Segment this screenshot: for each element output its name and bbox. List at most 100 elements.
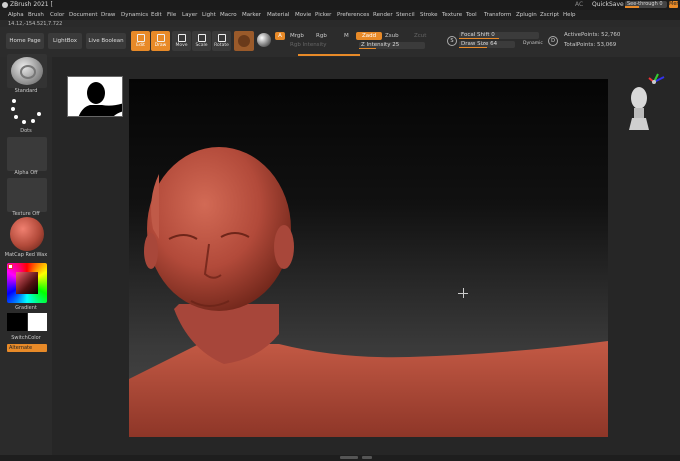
menu-render[interactable]: Render xyxy=(373,12,393,18)
quicksave-button[interactable]: QuickSave xyxy=(592,1,624,8)
navigation-thumbnail[interactable] xyxy=(67,76,123,117)
silhouette-thumbnail-icon xyxy=(78,82,122,116)
mrgb-button[interactable]: Mrgb xyxy=(290,33,304,39)
draw-mode-button[interactable]: Draw xyxy=(151,31,170,51)
edit-label: Edit xyxy=(136,43,145,48)
menus-button[interactable]: Menus xyxy=(669,1,680,8)
menu-stencil[interactable]: Stencil xyxy=(396,12,415,18)
head-sculpt-model xyxy=(129,147,608,437)
left-shelf: Standard Dots Alpha Off Texture Off MatC… xyxy=(0,54,52,461)
menu-macro[interactable]: Macro xyxy=(220,12,237,18)
lightbox-button[interactable]: LightBox xyxy=(48,33,82,49)
bottom-handle-left[interactable] xyxy=(340,456,358,459)
viewport-3d[interactable] xyxy=(129,79,608,437)
home-page-button[interactable]: Home Page xyxy=(6,33,44,49)
focal-shift-slider[interactable]: Focal Shift 0 xyxy=(459,32,539,39)
live-boolean-button[interactable]: Live Boolean xyxy=(86,33,126,49)
switch-color-button[interactable]: SwitchColor xyxy=(0,335,52,341)
color-picker[interactable] xyxy=(7,263,47,303)
edit-icon xyxy=(136,34,145,42)
color-square[interactable] xyxy=(16,272,38,294)
zsub-button[interactable]: Zsub xyxy=(385,33,399,39)
brush-selector[interactable] xyxy=(7,54,47,88)
move-icon xyxy=(177,34,186,42)
focal-shift-fill xyxy=(459,37,499,39)
main-color-swatch[interactable] xyxy=(7,313,27,331)
material-selector[interactable] xyxy=(234,31,254,51)
scale-label: Scale xyxy=(195,43,208,48)
bottom-handle-right[interactable] xyxy=(362,456,372,459)
dots-stroke-icon[interactable] xyxy=(10,97,42,129)
brush-label: Standard xyxy=(14,88,38,94)
menu-document[interactable]: Document xyxy=(69,12,98,18)
menu-tool[interactable]: Tool xyxy=(466,12,477,18)
menu-alpha[interactable]: Alpha xyxy=(8,12,24,18)
draw-size-slider[interactable]: Draw Size 64 xyxy=(459,41,515,48)
rgb-button[interactable]: Rgb xyxy=(316,33,327,39)
zcut-button[interactable]: Zcut xyxy=(414,33,426,39)
app-title: ZBrush 2021 [ xyxy=(10,1,53,8)
draw-icon xyxy=(156,34,165,42)
rgb-intensity-slider[interactable]: Rgb Intensity xyxy=(290,42,327,48)
material-label: MatCap Red Wax xyxy=(4,252,48,258)
see-through-fill xyxy=(625,6,639,8)
menu-picker[interactable]: Picker xyxy=(315,12,331,18)
crosshair-cursor-icon xyxy=(458,288,468,298)
menu-marker[interactable]: Marker xyxy=(242,12,261,18)
draw-label: Draw xyxy=(154,43,167,48)
see-through-slider[interactable]: See-through 0 xyxy=(625,1,667,8)
scale-mode-button[interactable]: Scale xyxy=(192,31,211,51)
matcap-material-icon[interactable] xyxy=(10,217,44,251)
scale-icon xyxy=(197,34,206,42)
menu-help[interactable]: Help xyxy=(563,12,576,18)
menu-brush[interactable]: Brush xyxy=(28,12,44,18)
d-dial[interactable]: D xyxy=(548,36,558,46)
shelf-active-underline xyxy=(298,54,360,56)
texture-selector[interactable] xyxy=(7,178,47,212)
standard-brush-icon xyxy=(11,57,43,85)
alternate-button[interactable]: Alternate xyxy=(7,344,47,352)
z-intensity-slider[interactable]: Z Intensity 25 xyxy=(359,42,425,49)
menu-draw[interactable]: Draw xyxy=(101,12,115,18)
menu-movie[interactable]: Movie xyxy=(295,12,311,18)
rotate-mode-button[interactable]: Rotate xyxy=(212,31,231,51)
rotate-label: Rotate xyxy=(214,43,229,48)
menu-edit[interactable]: Edit xyxy=(151,12,162,18)
secondary-color-swatch[interactable] xyxy=(28,313,47,331)
menu-file[interactable]: File xyxy=(167,12,176,18)
s-dial[interactable]: S xyxy=(447,36,457,46)
alpha-selector[interactable] xyxy=(7,137,47,171)
menu-zplugin[interactable]: Zplugin xyxy=(516,12,537,18)
menu-stroke[interactable]: Stroke xyxy=(420,12,438,18)
menu-light[interactable]: Light xyxy=(202,12,216,18)
z-intensity-fill xyxy=(359,47,376,49)
move-mode-button[interactable]: Move xyxy=(172,31,191,51)
head-gizmo-icon[interactable] xyxy=(628,84,650,130)
draw-size-fill xyxy=(459,46,487,48)
sphere-material-icon[interactable] xyxy=(257,33,271,47)
menu-material[interactable]: Material xyxy=(267,12,289,18)
menu-dynamics[interactable]: Dynamics xyxy=(121,12,148,18)
a-button[interactable]: A xyxy=(275,32,285,40)
bottom-bar xyxy=(0,455,680,461)
edit-mode-button[interactable]: Edit xyxy=(131,31,150,51)
alpha-label: Alpha Off xyxy=(14,170,38,176)
menu-texture[interactable]: Texture xyxy=(442,12,462,18)
dynamic-button[interactable]: Dynamic xyxy=(523,41,543,46)
menu-zscript[interactable]: Zscript xyxy=(540,12,559,18)
tray-handle[interactable] xyxy=(1,212,5,252)
m-button[interactable]: M xyxy=(344,33,349,39)
zadd-button[interactable]: Zadd xyxy=(356,32,382,40)
menu-color[interactable]: Color xyxy=(50,12,64,18)
total-points: TotalPoints: 53,069 xyxy=(564,42,617,48)
stroke-label: Dots xyxy=(20,128,32,134)
menu-transform[interactable]: Transform xyxy=(484,12,511,18)
zbrush-logo-icon xyxy=(2,2,8,8)
rotate-icon xyxy=(217,34,226,42)
menu-preferences[interactable]: Preferences xyxy=(337,12,369,18)
ac-label[interactable]: AC xyxy=(575,1,583,8)
active-points: ActivePoints: 52,760 xyxy=(564,32,621,38)
move-label: Move xyxy=(175,43,188,48)
gradient-label: Gradient xyxy=(15,305,37,311)
menu-layer[interactable]: Layer xyxy=(182,12,197,18)
